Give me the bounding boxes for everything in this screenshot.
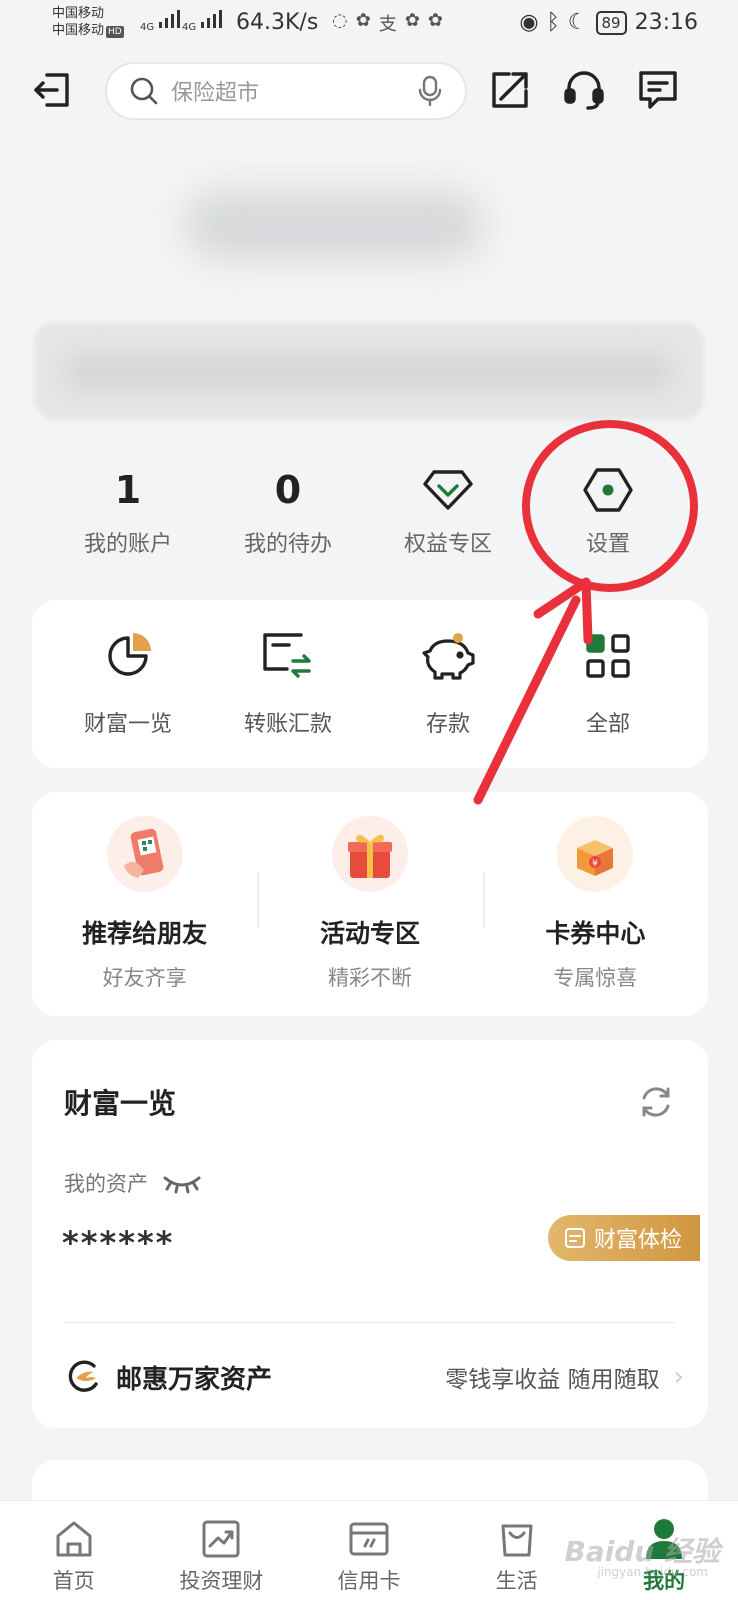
blurred-user-info [34,130,704,430]
status-bar: 中国移动 中国移动 HD 4G 4G 64.3K/s ◌ ✿ 支 ✿ ✿ ◉ ᛒ … [0,0,738,50]
assets-label-row: 我的资产 [64,1168,202,1198]
search-icon [130,77,158,105]
assets-label: 我的资产 [64,1172,148,1196]
todo-count: 0 [274,468,302,512]
message-icon[interactable] [634,66,682,114]
tab-investment[interactable]: 投资理财 [148,1501,296,1600]
yhwj-product-row[interactable]: 邮惠万家资产 零钱享收益 随用随取 › [64,1352,684,1402]
carrier-info: 中国移动 中国移动 HD [52,5,124,39]
signal-icon-1: 4G [140,10,185,33]
home-icon [0,1517,148,1561]
hd-badge: HD [106,26,124,38]
blurred-username [184,190,484,260]
tab-label: 信用卡 [337,1569,401,1593]
annotation-arrow-icon [473,577,593,805]
tab-label: 首页 [52,1569,95,1593]
tab-home[interactable]: 首页 [0,1501,148,1600]
wealth-title: 财富一览 [64,1087,177,1120]
wealth-checkup-button[interactable]: 财富体检 [547,1215,700,1261]
service-label: 转账汇款 [243,712,332,737]
yhwj-logo-icon [68,1360,98,1392]
assets-value: ****** [62,1224,175,1262]
tab-credit-card[interactable]: 信用卡 [295,1501,443,1600]
promo-refer-friends[interactable]: 推荐给朋友 好友齐享 [32,792,257,1016]
tab-label: 投资理财 [179,1569,264,1593]
baidu-watermark-logo: Baidu 经验 [564,1535,720,1568]
search-placeholder: 保险超市 [171,81,260,106]
microphone-icon[interactable] [417,75,443,107]
phone-qr-icon [106,816,183,892]
share-icon[interactable] [486,66,534,114]
product-description: 零钱享收益 随用随取 [445,1367,660,1393]
carrier-1: 中国移动 [52,6,105,21]
trend-chart-icon [148,1517,296,1561]
blurred-card [34,322,704,420]
credit-card-icon [295,1517,443,1561]
checkup-label: 财富体检 [593,1228,682,1253]
top-bar: 保险超市 [0,56,738,126]
divider [64,1322,676,1323]
service-transfer[interactable]: 转账汇款 [208,626,368,768]
service-label: 财富一览 [83,712,172,737]
promo-coupon-center[interactable]: ¥ 卡券中心 专属惊喜 [482,792,708,1016]
customer-service-icon[interactable] [560,66,608,114]
baidu-watermark-url: jingyan.baidu.com [597,1565,708,1579]
app-notification-icon: ◌ [332,10,348,31]
promo-subtitle: 专属惊喜 [553,966,638,990]
transfer-icon [208,626,368,686]
system-status: ◉ ᛒ ☾ 89 23:16 [519,10,698,35]
alipay-icon: 支 [378,14,397,35]
promo-title: 活动专区 [319,919,420,948]
eye-icon: ◉ [519,10,539,35]
promo-subtitle: 好友齐享 [102,966,187,990]
accounts-count: 1 [114,468,142,512]
coupon-box-icon: ¥ [557,816,634,892]
network-speed: 64.3K/s [236,10,319,35]
benefits-entry[interactable]: 权益专区 [368,460,528,580]
logout-icon[interactable] [28,66,76,114]
my-accounts-entry[interactable]: 1 我的账户 [48,460,208,580]
promo-subtitle: 精彩不断 [327,966,412,990]
moon-icon: ☾ [567,10,588,35]
service-wealth-overview[interactable]: 财富一览 [48,626,208,768]
paw-icon: ✿ [355,10,371,31]
svg-text:¥: ¥ [592,859,598,869]
promo-title: 推荐给朋友 [82,919,208,948]
eye-closed-icon[interactable] [162,1172,202,1194]
bluetooth-icon: ᛒ [546,10,560,35]
pie-chart-icon [48,626,208,686]
product-name: 邮惠万家资产 [116,1364,273,1395]
chevron-right-icon: › [673,1362,684,1392]
network-type-2: 4G [182,22,197,33]
promo-activities[interactable]: 活动专区 精彩不断 [257,792,482,1016]
notification-icons: ◌ ✿ 支 ✿ ✿ [332,10,443,36]
paw-icon-3: ✿ [427,10,443,31]
battery-icon: 89 [595,10,627,35]
gift-icon [331,816,408,892]
time: 23:16 [634,10,698,35]
diamond-icon [368,460,528,520]
carrier-2: 中国移动 [52,23,105,38]
promo-card: 推荐给朋友 好友齐享 活动专区 精彩不断 ¥ 卡券中心 专属惊喜 [32,792,708,1016]
accounts-label: 我的账户 [83,532,172,557]
annotation-circle [522,420,698,592]
benefits-label: 权益专区 [403,532,492,557]
report-icon [564,1228,585,1248]
my-todo-entry[interactable]: 0 我的待办 [208,460,368,580]
promo-title: 卡券中心 [545,919,646,948]
network-type-1: 4G [140,22,155,33]
paw-icon-2: ✿ [404,10,420,31]
todo-label: 我的待办 [243,532,332,557]
refresh-icon[interactable] [638,1084,674,1124]
wealth-overview-card: 财富一览 我的资产 ****** 财富体检 邮惠万家资产 零钱享收益 随用随取 … [32,1040,708,1428]
signal-icon-2: 4G [182,10,227,33]
search-input[interactable]: 保险超市 [105,62,467,120]
